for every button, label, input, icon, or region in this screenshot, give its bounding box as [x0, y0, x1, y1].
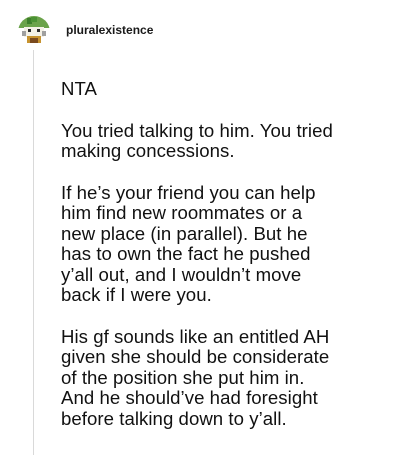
thread-line [33, 50, 34, 455]
reply-card: pluralexistence NTA You tried talking to… [0, 0, 400, 470]
username[interactable]: pluralexistence [66, 23, 153, 37]
reply-paragraph: If he’s your friend you can help him fin… [61, 181, 316, 305]
reply-paragraph: His gf sounds like an entitled AH given … [61, 325, 330, 429]
reply-paragraph: You tried talking to him. You tried maki… [61, 119, 333, 161]
reply-paragraph: NTA [61, 78, 97, 99]
post-header: pluralexistence [18, 16, 153, 48]
cactus-avatar-icon[interactable] [18, 16, 50, 48]
reply-body: NTA You tried talking to him. You tried … [61, 78, 396, 450]
